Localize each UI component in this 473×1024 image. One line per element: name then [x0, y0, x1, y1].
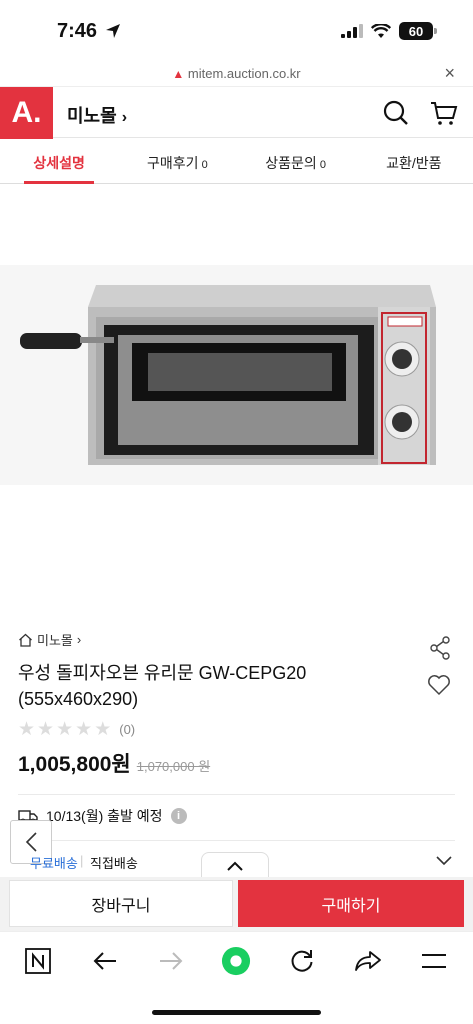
tab-label: 상세설명 [33, 155, 85, 171]
wifi-icon [371, 23, 391, 38]
star-icon: ★ [56, 719, 74, 740]
review-count: (0) [119, 722, 136, 737]
back-button[interactable] [90, 946, 120, 976]
cellular-signal-icon [341, 24, 363, 38]
arrow-left-icon [93, 952, 116, 970]
chevron-left-icon [25, 832, 37, 852]
star-icon: ★ [75, 719, 93, 740]
chevron-down-icon[interactable] [436, 856, 452, 866]
separator: | [80, 853, 84, 868]
product-title: 우성 돌피자오븐 유리문 GW-CEPG20 (555x460x290) [18, 663, 307, 709]
close-icon[interactable]: × [444, 63, 455, 84]
status-bar: 7:46 60 [0, 0, 473, 60]
url-bar[interactable]: ▲ mitem.auction.co.kr × [0, 60, 473, 86]
shipping-date: 10/13(월) 출발 예정 [46, 808, 163, 824]
info-icon[interactable]: i [170, 808, 187, 824]
breadcrumb[interactable]: 미노몰 › [18, 630, 81, 649]
location-arrow-icon [106, 24, 120, 38]
star-icon: ★ [37, 719, 55, 740]
battery-icon: 60 [399, 22, 437, 40]
add-to-cart-button[interactable]: 장바구니 [9, 880, 233, 927]
share-page-button[interactable] [353, 946, 383, 976]
original-price: 1,070,000 원 [136, 759, 211, 774]
hamburger-menu-icon [422, 954, 446, 968]
refresh-icon [291, 950, 313, 972]
chevron-right-icon: › [76, 632, 82, 647]
product-image[interactable] [0, 185, 473, 610]
tab-label: 상품문의 [265, 155, 317, 171]
share-icon[interactable] [429, 636, 451, 660]
buy-now-button[interactable]: 구매하기 [238, 880, 464, 927]
divider [18, 840, 455, 841]
divider [18, 794, 455, 795]
home-indicator[interactable] [152, 1010, 321, 1015]
home-icon [19, 633, 32, 647]
rating-stars[interactable]: ★ ★ ★ ★ ★ (0) [18, 718, 135, 741]
cart-icon[interactable] [430, 99, 458, 127]
chevron-up-icon [227, 861, 243, 871]
clock: 7:46 [57, 20, 98, 42]
url-text: mitem.auction.co.kr [187, 66, 301, 81]
green-dot-icon [221, 946, 251, 976]
detail-tabs: 상세설명 구매후기 0 상품문의 0 교환/반품 [0, 138, 473, 184]
tab-label: 교환/반품 [386, 155, 442, 171]
refresh-button[interactable] [287, 946, 317, 976]
browser-toolbar [0, 931, 473, 1024]
menu-button[interactable] [419, 946, 449, 976]
naver-n-icon [25, 948, 51, 974]
naver-home-button[interactable] [23, 946, 53, 976]
chevron-right-icon: › [121, 109, 128, 126]
star-icon: ★ [18, 719, 36, 740]
tab-count: 0 [201, 159, 208, 171]
breadcrumb-label: 미노몰 [37, 633, 73, 648]
forward-button[interactable] [156, 946, 186, 976]
mall-name-link[interactable]: 미노몰 › [67, 102, 127, 128]
arrow-right-icon [160, 952, 183, 970]
price-block: 1,005,800원 1,070,000 원 [18, 748, 210, 778]
forward-share-icon [355, 951, 381, 971]
sale-price: 1,005,800원 [18, 753, 131, 776]
collapse-toggle[interactable] [201, 852, 269, 878]
direct-delivery-label: 직접배송 [90, 856, 138, 871]
warning-icon: ▲ [172, 67, 185, 81]
site-header: A. 미노몰 › [0, 86, 473, 139]
free-shipping-label: 무료배송 [30, 856, 78, 871]
search-icon[interactable] [382, 99, 410, 127]
pizza-oven-image [0, 265, 473, 485]
tab-count: 0 [319, 159, 326, 171]
green-dot-button[interactable] [221, 946, 251, 976]
tab-reviews[interactable]: 구매후기 0 [118, 138, 236, 183]
auction-logo[interactable]: A. [0, 87, 53, 139]
star-icon: ★ [94, 719, 112, 740]
heart-icon[interactable] [427, 674, 451, 696]
tab-description[interactable]: 상세설명 [0, 138, 118, 184]
tab-qna[interactable]: 상품문의 0 [237, 138, 355, 183]
tab-label: 구매후기 [147, 155, 199, 171]
mall-name: 미노몰 [67, 106, 117, 126]
url-display[interactable]: ▲ mitem.auction.co.kr [0, 66, 473, 81]
tab-exchange-return[interactable]: 교환/반품 [355, 138, 473, 183]
purchase-action-bar: 장바구니 구매하기 [0, 877, 473, 931]
